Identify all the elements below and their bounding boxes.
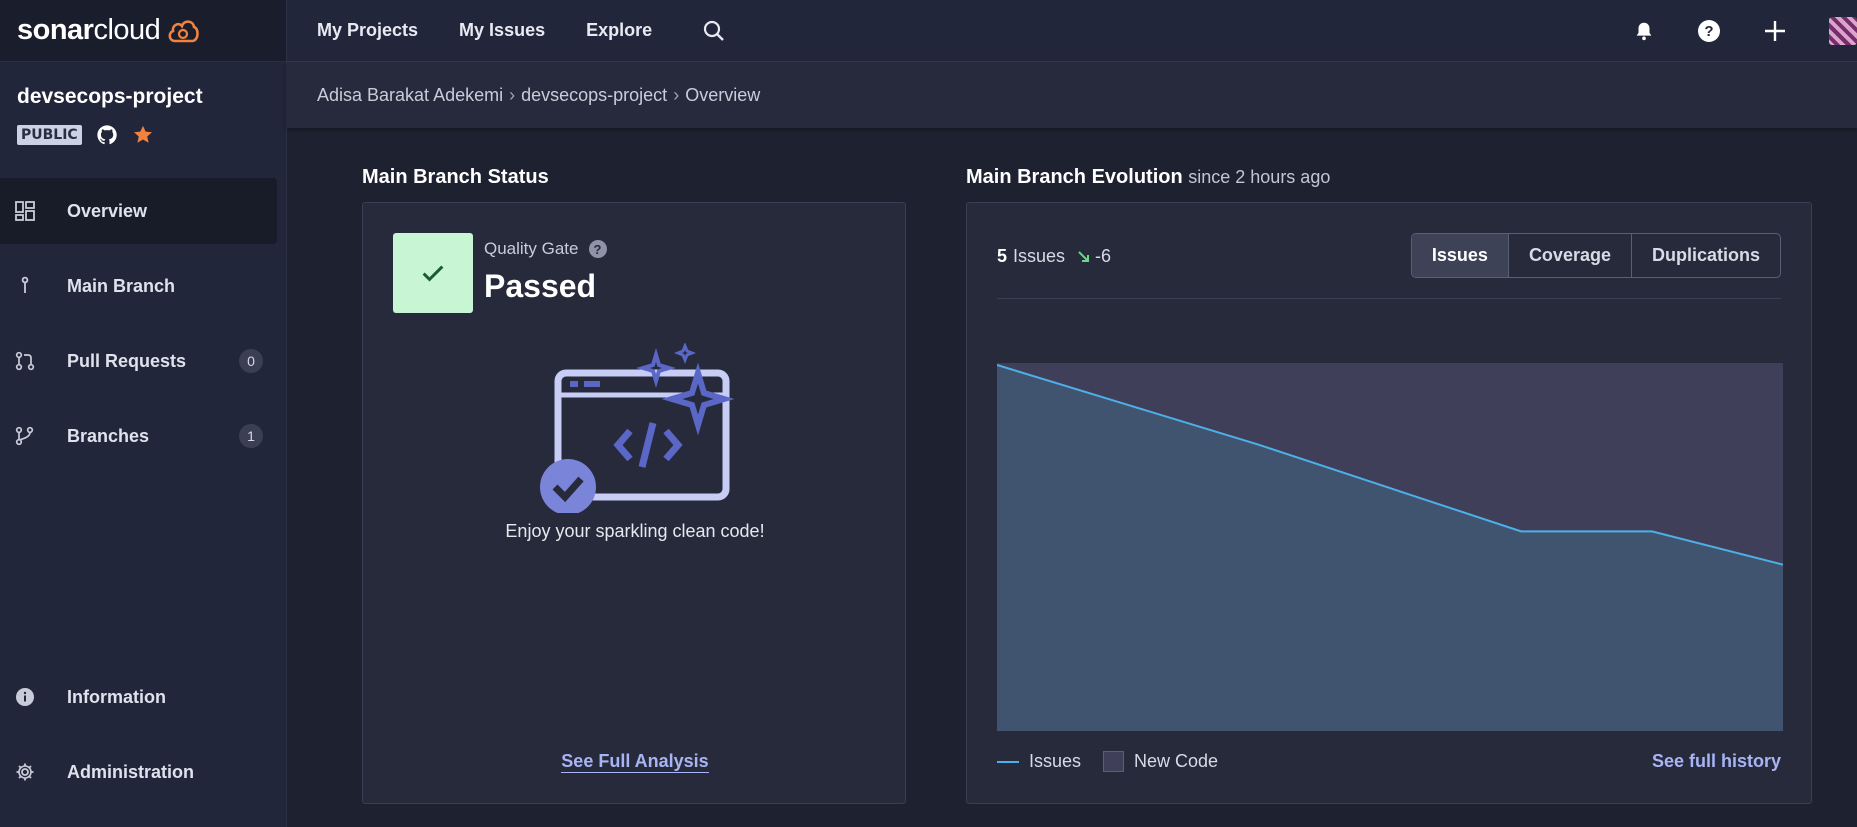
branch-line-icon <box>21 276 29 293</box>
sidebar-item-information[interactable]: Information <box>0 664 287 730</box>
quality-gate-help-icon[interactable]: ? <box>588 240 607 258</box>
metric-toggle: Issues Coverage Duplications <box>1410 233 1781 278</box>
sidebar-item-pull-requests[interactable]: Pull Requests 0 <box>0 328 287 394</box>
evolution-subtitle: since 2 hours ago <box>1188 167 1331 187</box>
divider <box>997 298 1781 299</box>
sidebar-item-label: Overview <box>67 200 148 221</box>
nav-my-issues[interactable]: My Issues <box>459 20 545 41</box>
help-icon: ? <box>1698 20 1720 42</box>
star-icon[interactable] <box>132 124 154 146</box>
svg-text:?: ? <box>1704 23 1713 40</box>
breadcrumb-organization[interactable]: Adisa Barakat Adekemi <box>317 85 503 106</box>
nav-my-projects[interactable]: My Projects <box>317 20 418 41</box>
tab-coverage[interactable]: Coverage <box>1507 234 1631 277</box>
nav-explore[interactable]: Explore <box>586 20 652 41</box>
breadcrumb-separator-icon: › <box>673 84 680 105</box>
sidebar-item-label: Branches <box>67 425 150 446</box>
sidebar-item-label: Main Branch <box>67 275 176 296</box>
chart-legend: Issues New Code <box>997 751 1218 772</box>
check-icon <box>422 265 444 282</box>
legend-new-code-swatch <box>1103 751 1125 772</box>
sidebar-item-overview[interactable]: Overview <box>0 178 277 244</box>
cloud-logo-icon <box>168 19 200 42</box>
sidebar-item-label: Information <box>67 686 166 707</box>
issues-delta-value: -6 <box>1095 246 1112 266</box>
evolution-title: Main Branch Evolution <box>966 166 1183 188</box>
evolution-card: 5 Issues -6 Issues Coverage Duplications… <box>966 202 1812 804</box>
legend-new-code-label: New Code <box>1134 751 1219 771</box>
top-navigation-bar: My Projects My Issues Explore ? <box>287 0 1857 62</box>
notifications-button[interactable] <box>1633 20 1655 42</box>
sidebar-nav: Overview Main Branch Pull Requests 0 Bra… <box>0 178 287 478</box>
github-icon[interactable] <box>96 124 118 146</box>
quality-gate-status: Passed <box>484 268 597 304</box>
see-full-analysis-label: See Full Analysis <box>561 751 709 773</box>
sidebar-bottom-nav: Information Administration <box>0 664 287 814</box>
search-icon[interactable] <box>702 19 726 43</box>
branches-count: 1 <box>239 424 263 448</box>
info-icon <box>16 688 34 706</box>
evolution-chart <box>997 363 1783 731</box>
quality-gate-status-box <box>393 233 473 313</box>
avatar[interactable] <box>1829 17 1857 45</box>
tab-duplications[interactable]: Duplications <box>1630 234 1780 277</box>
logo-bold: sonar <box>17 14 94 46</box>
clean-code-message: Enjoy your sparkling clean code! <box>505 521 765 541</box>
breadcrumb-project[interactable]: devsecops-project <box>521 85 667 106</box>
project-meta: PUBLIC <box>17 124 154 146</box>
issues-delta: -6 <box>1077 246 1111 267</box>
sidebar-item-main-branch[interactable]: Main Branch <box>0 253 287 319</box>
status-card: Quality Gate ? Passed Enjoy your sparkli… <box>362 202 906 804</box>
gear-icon <box>16 763 34 781</box>
breadcrumb-current: Overview <box>685 84 761 105</box>
pull-request-icon <box>15 351 35 371</box>
see-full-history-link[interactable]: See full history <box>1652 751 1781 772</box>
branches-icon <box>15 426 34 446</box>
arrow-down-right-icon <box>1078 250 1090 262</box>
tab-issues[interactable]: Issues <box>1411 234 1508 277</box>
breadcrumb: Adisa Barakat Adekemi › devsecops-projec… <box>287 62 1857 128</box>
sidebar-item-administration[interactable]: Administration <box>0 739 287 805</box>
legend-issues-label: Issues <box>1029 751 1082 771</box>
plus-icon <box>1765 21 1785 41</box>
bell-icon <box>1636 22 1652 41</box>
sidebar: sonarcloud devsecops-project PUBLIC Over… <box>0 0 287 827</box>
breadcrumb-separator-icon: › <box>509 84 516 105</box>
clean-code-illustration <box>540 343 735 513</box>
logo-light: cloud <box>93 14 161 46</box>
project-name[interactable]: devsecops-project <box>17 85 203 109</box>
sidebar-item-branches[interactable]: Branches 1 <box>0 403 287 469</box>
sidebar-item-label: Pull Requests <box>67 350 187 371</box>
legend-issues-line <box>997 760 1019 763</box>
visibility-badge: PUBLIC <box>17 125 82 145</box>
quality-gate-label: Quality Gate <box>484 239 579 258</box>
top-nav-links: My Projects My Issues Explore <box>317 20 652 41</box>
issues-summary: 5 Issues -6 <box>997 246 1111 267</box>
top-right-actions: ? <box>1633 0 1857 62</box>
overview-grid-icon <box>15 201 35 221</box>
evolution-section-title: Main Branch Evolution since 2 hours ago <box>966 166 1330 189</box>
create-button[interactable] <box>1763 19 1787 43</box>
help-button[interactable]: ? <box>1697 19 1721 43</box>
logo-bar: sonarcloud <box>0 0 286 62</box>
issues-count-label: Issues <box>1013 246 1066 266</box>
issues-count: 5 <box>997 246 1008 266</box>
sidebar-item-label: Administration <box>67 761 195 782</box>
pull-requests-count: 0 <box>239 349 263 373</box>
sonarcloud-logo[interactable]: sonarcloud <box>17 14 161 47</box>
status-section-title: Main Branch Status <box>362 166 549 188</box>
quality-gate-label-row: Quality Gate ? <box>484 239 607 259</box>
see-full-analysis-link[interactable]: See Full Analysis <box>363 751 907 773</box>
